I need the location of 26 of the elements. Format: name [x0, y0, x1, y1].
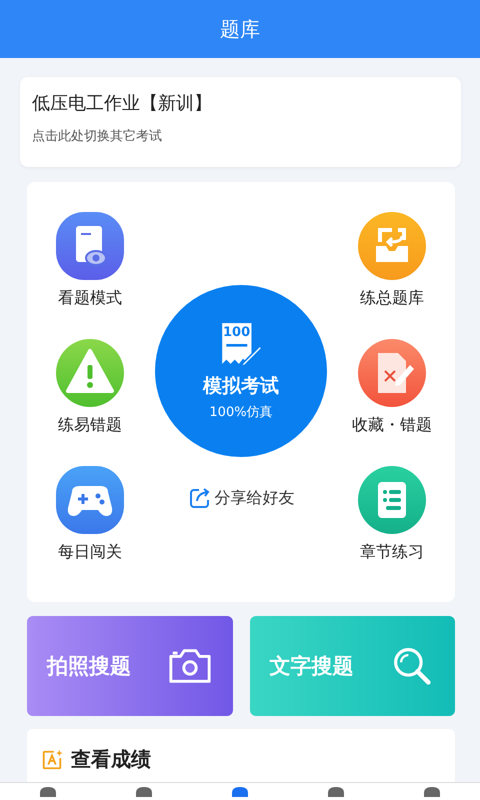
- warning-icon[interactable]: [56, 339, 124, 407]
- gamepad-icon[interactable]: [56, 466, 124, 534]
- exam-selector[interactable]: 低压电工作业【新训】 点击此处切换其它考试: [20, 77, 461, 167]
- camera-icon: [166, 646, 212, 686]
- document-pen-icon[interactable]: [358, 339, 426, 407]
- results-title: 查看成绩: [71, 746, 151, 773]
- mode-label[interactable]: 收藏・错题: [352, 415, 432, 436]
- mode-label[interactable]: 练总题库: [360, 288, 424, 309]
- exam-title-text: 模拟考试: [203, 374, 279, 399]
- mock-exam-button[interactable]: 100 模拟考试 100%仿真: [155, 285, 327, 457]
- mode-label[interactable]: 每日闯关: [58, 542, 122, 563]
- notebook-icon[interactable]: [358, 466, 426, 534]
- results-card[interactable]: 查看成绩: [27, 729, 455, 784]
- paper-pen-icon: [220, 321, 262, 367]
- sparkle-badge-icon: [41, 748, 63, 770]
- exam-switch-hint: 点击此处切换其它考试: [32, 128, 163, 145]
- exam-subtitle: 100%仿真: [209, 404, 273, 421]
- score-text: 100: [223, 325, 250, 340]
- share-icon: [188, 486, 212, 510]
- mode-label[interactable]: 看题模式: [58, 288, 122, 309]
- mode-label[interactable]: 练易错题: [58, 415, 122, 436]
- share-link[interactable]: 分享给好友: [188, 486, 294, 510]
- document-eye-icon[interactable]: [56, 212, 124, 280]
- exam-title: 低压电工作业【新训】: [32, 92, 213, 115]
- page-title: 题库: [220, 16, 260, 42]
- mode-label[interactable]: 章节练习: [360, 542, 424, 563]
